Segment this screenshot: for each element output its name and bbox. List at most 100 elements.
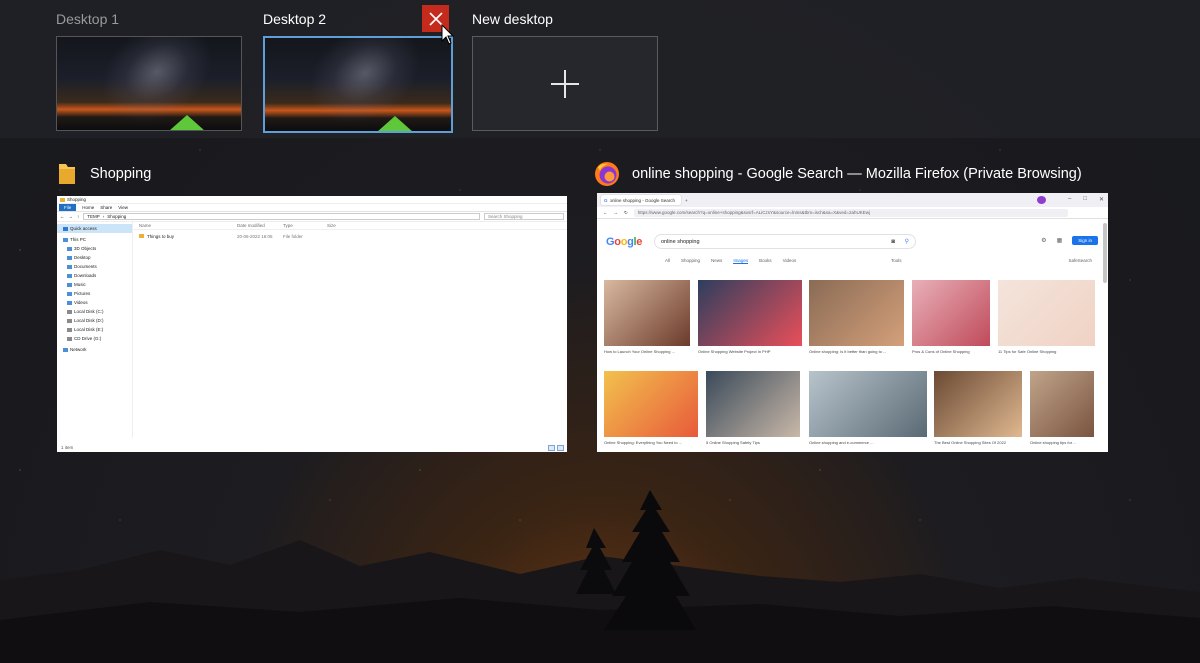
maximize-icon[interactable]: □ (1083, 196, 1087, 203)
column-name[interactable]: Name (139, 223, 151, 228)
image-result[interactable]: The Best Online Shopping Sites Of 2022 (934, 371, 1022, 445)
search-icon[interactable]: ⚲ (905, 238, 909, 245)
image-result[interactable]: How to Launch Your Online Shopping ... (604, 280, 690, 354)
minimize-icon[interactable]: – (1068, 196, 1071, 203)
column-size[interactable]: Size (327, 223, 336, 228)
image-result[interactable]: Pros & Cons of Online Shopping (912, 280, 990, 354)
scrollbar[interactable] (1103, 223, 1107, 283)
result-caption: Online Shopping Website Project In PHP (698, 349, 771, 354)
music-icon (67, 282, 72, 287)
nav-label: Desktop (74, 255, 91, 260)
desktop-1[interactable]: Desktop 1 (56, 0, 244, 132)
ribbon-tab-file[interactable]: File (59, 204, 77, 211)
star-icon (63, 226, 68, 231)
nav-item-3d-objects[interactable]: 3D Objects (57, 244, 132, 253)
nav-item-documents[interactable]: Documents (57, 262, 132, 271)
nav-item-this-pc[interactable]: This PC (57, 235, 132, 244)
forward-icon[interactable]: → (614, 210, 619, 215)
drive-icon (67, 327, 72, 332)
firefox-window-title[interactable]: online shopping - Google Search — Mozill… (594, 160, 1082, 188)
image-result[interactable]: Online shopping: Is it better than going… (809, 280, 904, 354)
safesearch-button[interactable]: SafeSearch (1068, 258, 1092, 263)
browser-tab[interactable]: G online shopping - Google Search (601, 195, 681, 205)
close-window-icon[interactable]: ✕ (1099, 196, 1104, 203)
drive-icon (67, 309, 72, 314)
virtual-desktop-bar: Desktop 1 Desktop 2 New desktop (0, 0, 1200, 138)
nav-item-music[interactable]: Music (57, 280, 132, 289)
result-caption: The Best Online Shopping Sites Of 2022 (934, 440, 1007, 445)
desktop-2-label: Desktop 2 (263, 11, 327, 27)
nav-item-pictures[interactable]: Pictures (57, 289, 132, 298)
explorer-window-title[interactable]: Shopping (56, 162, 151, 186)
google-logo[interactable]: Google (606, 236, 642, 248)
view-toggle[interactable] (548, 445, 564, 451)
ribbon-tab-view[interactable]: View (118, 205, 128, 210)
settings-icon[interactable]: ⚙ (1041, 237, 1046, 244)
path-segment: Shopping (107, 214, 127, 219)
forward-icon[interactable]: → (69, 214, 74, 219)
image-result[interactable]: Online shopping tips for ... (1030, 371, 1094, 445)
up-icon[interactable]: ↑ (77, 214, 79, 219)
explorer-window-thumbnail[interactable]: Shopping File Home Share View ← → ↑ TEMP… (57, 196, 567, 452)
nav-item-network[interactable]: Network (57, 345, 132, 354)
new-tab-icon[interactable]: + (685, 198, 688, 203)
firefox-toolbar: ← → ↻ https://www.google.com/search?q=on… (597, 207, 1108, 219)
camera-icon[interactable]: ◙ (891, 239, 895, 245)
apps-grid-icon[interactable]: ▦ (1057, 237, 1063, 244)
tiles-view-icon[interactable] (557, 445, 564, 451)
nav-item-desktop[interactable]: Desktop (57, 253, 132, 262)
nav-item-videos[interactable]: Videos (57, 298, 132, 307)
result-thumbnail (809, 371, 927, 437)
tab-books[interactable]: Books (759, 258, 772, 264)
nav-item-quick-access[interactable]: Quick access (57, 224, 132, 233)
url-bar[interactable]: https://www.google.com/search?q=online+s… (633, 208, 1068, 217)
result-thumbnail (809, 280, 904, 346)
nav-item-downloads[interactable]: Downloads (57, 271, 132, 280)
file-type: File folder (283, 233, 303, 239)
tab-images[interactable]: Images (733, 258, 749, 264)
sign-in-button[interactable]: Sign in (1072, 236, 1098, 245)
nav-item-local-disk-d[interactable]: Local Disk (D:) (57, 316, 132, 325)
firefox-window-thumbnail[interactable]: G online shopping - Google Search + – □ … (597, 193, 1108, 452)
back-icon[interactable]: ← (603, 210, 608, 215)
nav-item-cd-drive[interactable]: CD Drive (G:) (57, 334, 132, 343)
column-type[interactable]: Type (283, 223, 293, 228)
new-desktop-button[interactable] (472, 36, 658, 131)
result-caption: Pros & Cons of Online Shopping (912, 349, 970, 354)
back-icon[interactable]: ← (60, 214, 65, 219)
tab-shopping[interactable]: Shopping (681, 258, 700, 264)
nav-label: Videos (74, 300, 88, 305)
image-result[interactable]: 5 Online Shopping Safety Tips (706, 371, 800, 445)
network-icon (63, 347, 68, 352)
tools-button[interactable]: Tools (891, 258, 902, 263)
image-result[interactable]: Online Shopping Website Project In PHP (698, 280, 802, 354)
image-result[interactable]: 11 Tips for Safe Online Shopping (998, 280, 1095, 354)
tab-videos[interactable]: Videos (783, 258, 797, 264)
result-thumbnail (706, 371, 800, 437)
google-search-input[interactable]: online shopping ◙ ⚲ (654, 234, 916, 249)
tab-news[interactable]: News (711, 258, 722, 264)
details-view-icon[interactable] (548, 445, 555, 451)
google-search-tabs: All Shopping News Images Books Videos (665, 258, 796, 264)
nav-item-local-disk-c[interactable]: Local Disk (C:) (57, 307, 132, 316)
column-date-modified[interactable]: Date modified (237, 223, 265, 228)
new-desktop[interactable]: New desktop (472, 0, 660, 132)
result-thumbnail (698, 280, 802, 346)
image-result[interactable]: Online Shopping: Everything You Need to … (604, 371, 698, 445)
file-row[interactable]: Things to buy 20-06-2022 16:05 File fold… (133, 232, 567, 240)
ribbon-tab-share[interactable]: Share (100, 205, 112, 210)
nav-item-local-disk-e[interactable]: Local Disk (E:) (57, 325, 132, 334)
download-icon (67, 273, 72, 278)
search-query: online shopping (661, 238, 700, 245)
reload-icon[interactable]: ↻ (624, 210, 628, 216)
explorer-search-input[interactable]: Search Shopping (484, 213, 564, 220)
desktop-2-thumbnail[interactable] (263, 36, 453, 133)
desktop-1-thumbnail[interactable] (56, 36, 242, 131)
nav-label: This PC (70, 237, 87, 242)
image-result[interactable]: Online shopping and e-commerce ... (809, 371, 927, 445)
ribbon-tab-home[interactable]: Home (82, 205, 94, 210)
address-bar[interactable]: TEMP › Shopping (83, 213, 480, 220)
status-bar-text: 1 item (61, 445, 74, 450)
folder-icon (139, 234, 144, 238)
tab-all[interactable]: All (665, 258, 670, 264)
